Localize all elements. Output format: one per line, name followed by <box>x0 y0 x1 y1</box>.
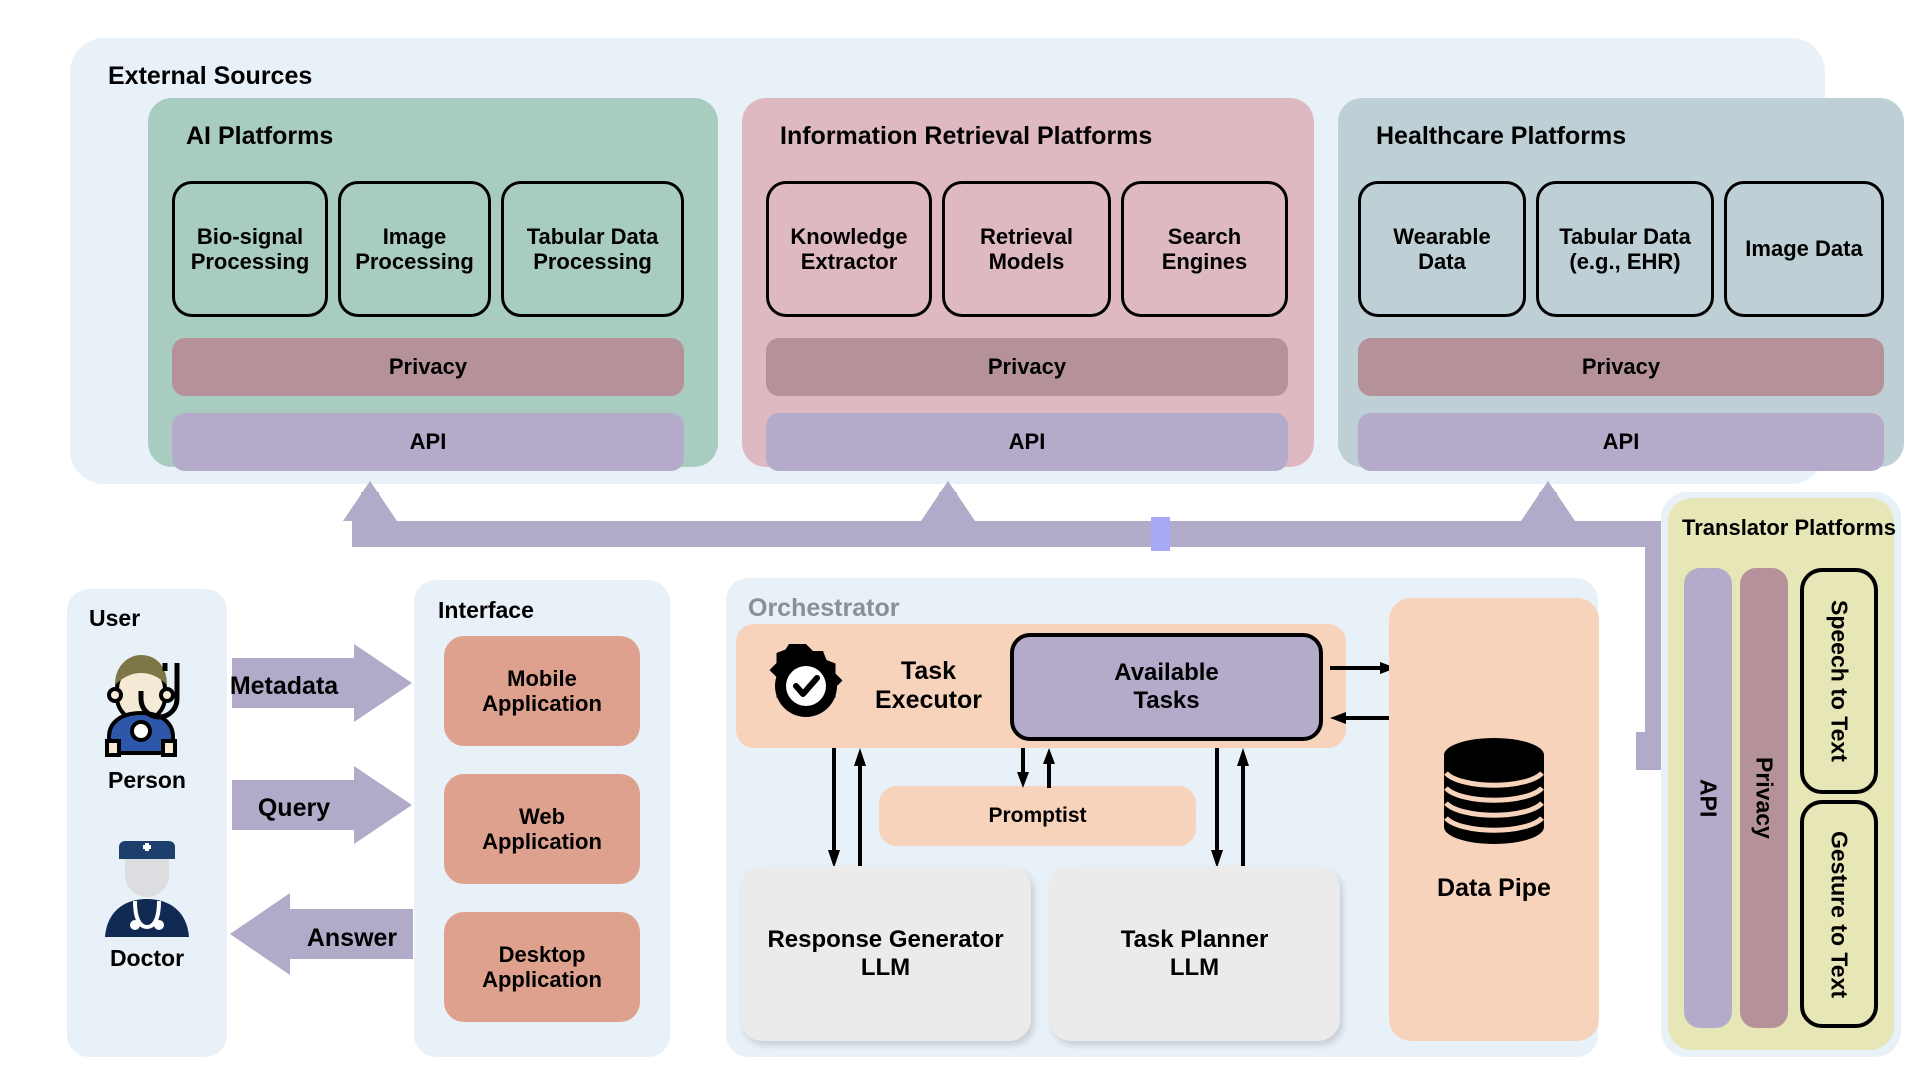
data-pipe-box[interactable]: Data Pipe <box>1389 598 1599 1041</box>
unit-label: Knowledge Extractor <box>790 223 908 274</box>
metadata-arrow: Metadata <box>230 644 412 722</box>
arrow-tasks-to-datapipe <box>1330 662 1396 674</box>
promptist-box[interactable]: Promptist <box>879 786 1196 846</box>
response-generator-llm-box[interactable]: Response Generator LLM <box>740 866 1031 1041</box>
arrow-task-planner-to-executor <box>1237 748 1249 868</box>
person-with-stethoscope-icon <box>105 655 180 757</box>
ir-privacy-bar[interactable]: Privacy <box>766 338 1288 396</box>
hc-api-bar[interactable]: API <box>1358 413 1884 471</box>
hc-privacy-bar[interactable]: Privacy <box>1358 338 1884 396</box>
unit-tabular-data-processing[interactable]: Tabular Data Processing <box>501 181 684 317</box>
unit-tabular-data-ehr[interactable]: Tabular Data (e.g., EHR) <box>1536 181 1714 317</box>
bus-arrow-ai-platforms <box>343 481 397 521</box>
data-pipe-label: Data Pipe <box>1437 874 1551 902</box>
translator-platforms-title: Translator Platforms <box>1682 515 1896 540</box>
gear-check-icon <box>769 644 843 717</box>
data-bus-horizontal <box>352 521 1670 547</box>
bus-arrow-hc-platforms <box>1521 481 1575 521</box>
translator-privacy-bar[interactable]: Privacy <box>1740 568 1788 1028</box>
answer-label: Answer <box>307 924 398 952</box>
ai-privacy-bar[interactable]: Privacy <box>172 338 684 396</box>
task-planner-label: Task Planner LLM <box>1120 925 1269 981</box>
unit-label: Tabular Data (e.g., EHR) <box>1559 223 1691 274</box>
response-generator-label: Response Generator LLM <box>767 925 1004 981</box>
unit-label: Search Engines <box>1161 223 1248 274</box>
query-label: Query <box>258 794 330 822</box>
information-retrieval-platforms-group: Information Retrieval Platforms Knowledg… <box>742 98 1314 471</box>
arrow-promptist-to-executor <box>1043 748 1055 788</box>
person-label: Person <box>108 767 186 793</box>
query-arrow: Query <box>232 766 412 844</box>
doctor-icon <box>105 841 189 937</box>
available-tasks-label: Available Tasks <box>1114 659 1219 714</box>
mobile-application-box[interactable]: Mobile Application <box>444 636 640 746</box>
arrow-response-generator-to-executor <box>854 748 866 868</box>
task-executor-label-wrap: Task Executor <box>856 640 1001 732</box>
user-panel-title: User <box>89 605 141 631</box>
box-label: Gesture to Text <box>1826 830 1853 998</box>
information-retrieval-platforms-title: Information Retrieval Platforms <box>780 122 1153 150</box>
database-stack-icon <box>1444 738 1544 844</box>
metadata-label: Metadata <box>230 672 339 700</box>
doctor-label: Doctor <box>109 945 185 971</box>
unit-label: Retrieval Models <box>980 223 1073 274</box>
translator-api-bar[interactable]: API <box>1684 568 1732 1028</box>
interface-panel-title: Interface <box>438 597 534 623</box>
privacy-label: Privacy <box>1751 757 1778 839</box>
unit-label: Image Data <box>1745 236 1863 262</box>
healthcare-platforms-title: Healthcare Platforms <box>1376 122 1627 150</box>
unit-bio-signal-processing[interactable]: Bio-signal Processing <box>172 181 328 317</box>
task-executor-label: Task Executor <box>875 657 982 714</box>
orchestrator-title: Orchestrator <box>748 594 900 622</box>
api-label: API <box>1695 778 1722 818</box>
ir-api-bar[interactable]: API <box>766 413 1288 471</box>
unit-image-data[interactable]: Image Data <box>1724 181 1884 317</box>
bus-arrow-ir-platforms <box>921 481 975 521</box>
box-label: Speech to Text <box>1826 600 1853 762</box>
architecture-diagram: External Sources AI Platforms Bio-signal… <box>0 0 1920 1080</box>
task-planner-llm-box[interactable]: Task Planner LLM <box>1049 866 1340 1041</box>
ai-platforms-title: AI Platforms <box>186 122 334 150</box>
answer-arrow: Answer <box>230 893 413 975</box>
arrow-executor-to-response-generator <box>828 748 840 868</box>
unit-retrieval-models[interactable]: Retrieval Models <box>942 181 1111 317</box>
ai-api-bar[interactable]: API <box>172 413 684 471</box>
unit-knowledge-extractor[interactable]: Knowledge Extractor <box>766 181 932 317</box>
translator-platforms-group: Translator Platforms API Privacy Speech … <box>1668 498 1896 1050</box>
user-panel: User Person Doctor <box>67 589 227 1057</box>
privacy-label: Privacy <box>388 354 468 380</box>
desktop-application-box[interactable]: Desktop Application <box>444 912 640 1022</box>
web-application-box[interactable]: Web Application <box>444 774 640 884</box>
app-label: Desktop Application <box>482 941 602 992</box>
ai-platforms-group: AI Platforms Bio-signal Processing Image P… <box>148 98 718 471</box>
promptist-label: Promptist <box>988 803 1087 827</box>
api-label: API <box>1602 429 1640 455</box>
app-label: Web Application <box>482 803 602 854</box>
external-sources-title: External Sources <box>108 62 313 90</box>
app-label: Mobile Application <box>482 665 602 716</box>
unit-search-engines[interactable]: Search Engines <box>1121 181 1288 317</box>
unit-label: Bio-signal Processing <box>190 223 310 274</box>
translator-speech-to-text[interactable]: Speech to Text <box>1800 568 1878 794</box>
interface-panel: Interface Mobile Application Web Applicati… <box>414 580 670 1057</box>
unit-label: Image Processing <box>355 223 474 274</box>
bus-highlight-marker <box>1151 517 1170 551</box>
api-label: API <box>1008 429 1046 455</box>
translator-gesture-to-text[interactable]: Gesture to Text <box>1800 800 1878 1028</box>
available-tasks-box[interactable]: Available Tasks <box>1010 633 1323 741</box>
healthcare-platforms-group: Healthcare Platforms Wearable Data Tabula… <box>1338 98 1904 471</box>
arrow-executor-to-task-planner <box>1211 748 1223 868</box>
privacy-label: Privacy <box>987 354 1067 380</box>
unit-wearable-data[interactable]: Wearable Data <box>1358 181 1526 317</box>
unit-label: Tabular Data Processing <box>526 223 659 274</box>
arrow-executor-to-promptist <box>1017 748 1029 788</box>
privacy-label: Privacy <box>1581 354 1661 380</box>
api-label: API <box>409 429 447 455</box>
arrow-datapipe-to-tasks <box>1330 712 1396 724</box>
unit-label: Wearable Data <box>1393 223 1491 274</box>
external-sources-panel: External Sources AI Platforms Bio-signal… <box>70 38 1904 484</box>
unit-image-processing[interactable]: Image Processing <box>338 181 491 317</box>
